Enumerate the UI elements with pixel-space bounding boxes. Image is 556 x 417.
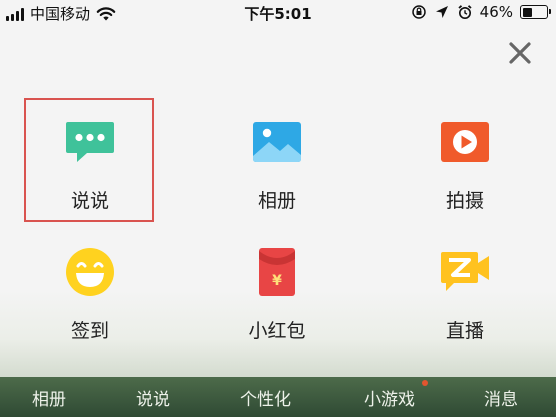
action-label: 相册 [257, 190, 296, 212]
nav-messages[interactable]: 消息 [484, 385, 518, 410]
photo-album-icon [253, 122, 301, 162]
nav-personalize[interactable]: 个性化 [240, 385, 291, 410]
action-album[interactable]: 相册 [207, 100, 347, 212]
action-live[interactable]: 直播 [395, 230, 535, 342]
action-checkin[interactable]: 签到 [20, 230, 160, 342]
close-button[interactable] [504, 37, 536, 69]
svg-text:¥: ¥ [272, 273, 282, 289]
live-stream-icon [441, 252, 489, 291]
action-label: 直播 [445, 320, 484, 342]
action-label: 说说 [70, 190, 109, 212]
action-shuoshuo[interactable]: 说说 [20, 100, 160, 212]
status-right: 46% [411, 3, 551, 21]
battery-fill [522, 7, 532, 17]
action-label: 拍摄 [445, 190, 484, 212]
alarm-icon [458, 5, 472, 19]
nav-badge-dot [422, 380, 428, 386]
orientation-lock-icon [411, 5, 426, 19]
status-bar: 中国移动 下午5:01 46% [0, 0, 556, 26]
smiley-icon [66, 248, 114, 296]
action-red-packet[interactable]: ¥ 小红包 [207, 230, 347, 342]
battery-icon [520, 5, 551, 19]
action-label: 签到 [70, 320, 109, 342]
nav-album[interactable]: 相册 [32, 385, 66, 410]
action-label: 小红包 [248, 320, 306, 342]
speech-bubble-icon [66, 122, 114, 162]
red-envelope-icon: ¥ [259, 248, 295, 296]
battery-percent: 46% [479, 3, 513, 21]
location-icon [435, 6, 448, 18]
bottom-nav: 相册 说说 个性化 小游戏 消息 [0, 377, 556, 417]
action-shoot[interactable]: 拍摄 [395, 100, 535, 212]
close-icon [509, 42, 531, 64]
nav-shuoshuo[interactable]: 说说 [136, 385, 170, 410]
nav-mini-games[interactable]: 小游戏 [364, 385, 415, 410]
camera-play-icon [441, 122, 489, 162]
